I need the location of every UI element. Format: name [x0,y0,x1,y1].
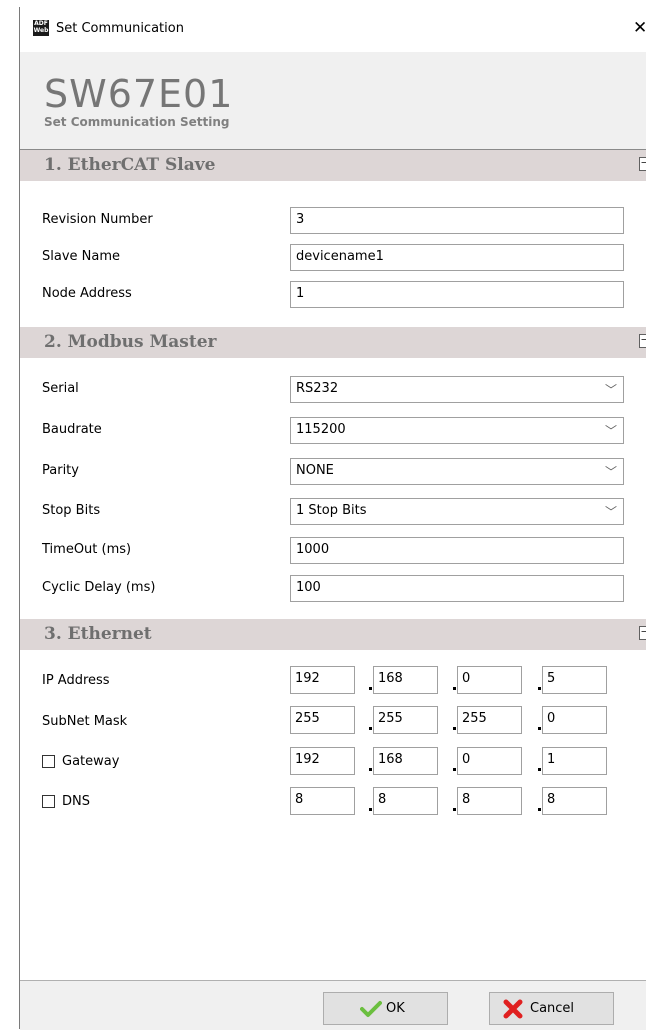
subnet-octet-2[interactable]: 255 [373,706,438,734]
dns-separator [369,808,372,811]
collapse-icon[interactable]: − [639,334,646,348]
revision-number-label: Revision Number [42,212,153,227]
node-address-input[interactable]: 1 [290,281,624,308]
dns-label: DNS [62,794,90,809]
subnet-mask-label: SubNet Mask [42,714,128,729]
close-icon[interactable]: ✕ [633,18,646,38]
ip-separator [538,687,541,690]
chevron-down-icon: ﹀ [604,424,617,438]
collapse-icon[interactable]: − [639,157,646,171]
dialog-footer: OK Cancel [20,980,646,1030]
chevron-down-icon: ﹀ [604,505,617,519]
section-title: 2. Modbus Master [44,332,217,352]
subnet-octet-1[interactable]: 255 [290,706,355,734]
serial-value: RS232 [296,381,339,396]
product-title: SW67E01 [44,72,234,116]
ok-button[interactable]: OK [323,992,448,1025]
slave-name-input[interactable]: devicename1 [290,244,624,271]
gateway-separator [538,768,541,771]
stop-bits-label: Stop Bits [42,503,101,518]
ip-octet-2[interactable]: 168 [373,666,438,694]
header: SW67E01 Set Communication Setting [20,52,646,148]
subnet-octet-4[interactable]: 0 [542,706,607,734]
dns-octet-3[interactable]: 8 [457,787,522,815]
subnet-separator [453,727,456,730]
collapse-icon[interactable]: − [639,626,646,640]
title-bar: ADF Web Set Communication ✕ [20,7,646,52]
settings-panel: 1. EtherCAT Slave − Revision Number 3 Sl… [20,149,646,980]
timeout-input[interactable]: 1000 [290,537,624,564]
check-icon [360,1001,382,1017]
red-x-icon [503,999,523,1019]
subnet-separator [369,727,372,730]
dns-octet-4[interactable]: 8 [542,787,607,815]
parity-value: NONE [296,463,334,478]
parity-select[interactable]: NONE ﹀ [290,458,624,485]
gateway-octet-1[interactable]: 192 [290,747,355,775]
cyclic-delay-label: Cyclic Delay (ms) [42,580,156,595]
gateway-separator [369,768,372,771]
node-address-label: Node Address [42,286,132,301]
serial-select[interactable]: RS232 ﹀ [290,376,624,403]
subnet-octet-3[interactable]: 255 [457,706,522,734]
ip-separator [369,687,372,690]
app-icon: ADF Web [33,20,49,36]
dns-octet-2[interactable]: 8 [373,787,438,815]
cancel-label: Cancel [530,1001,575,1016]
dns-octet-1[interactable]: 8 [290,787,355,815]
baudrate-label: Baudrate [42,422,102,437]
gateway-octet-3[interactable]: 0 [457,747,522,775]
background-strip [0,0,19,1029]
parity-label: Parity [42,463,79,478]
window-title: Set Communication [56,21,184,36]
baudrate-value: 115200 [296,422,346,437]
ip-octet-4[interactable]: 5 [542,666,607,694]
ok-label: OK [386,1001,405,1016]
slave-name-label: Slave Name [42,249,121,264]
chevron-down-icon: ﹀ [604,383,617,397]
serial-label: Serial [42,381,79,396]
ip-address-label: IP Address [42,673,110,688]
gateway-octet-4[interactable]: 1 [542,747,607,775]
section-ethercat-header[interactable]: 1. EtherCAT Slave − [20,150,646,181]
chevron-down-icon: ﹀ [604,465,617,479]
stop-bits-value: 1 Stop Bits [296,503,367,518]
baudrate-select[interactable]: 115200 ﹀ [290,417,624,444]
dialog-window: ADF Web Set Communication ✕ SW67E01 Set C… [19,7,646,1030]
cancel-button[interactable]: Cancel [489,992,614,1025]
dns-checkbox[interactable] [42,795,55,808]
gateway-label: Gateway [62,754,120,769]
timeout-label: TimeOut (ms) [42,542,132,557]
section-title: 3. Ethernet [44,624,152,644]
section-title: 1. EtherCAT Slave [44,155,216,175]
revision-number-input[interactable]: 3 [290,207,624,234]
cyclic-delay-input[interactable]: 100 [290,575,624,602]
page-subtitle: Set Communication Setting [44,115,230,129]
section-modbus-header[interactable]: 2. Modbus Master − [20,327,646,358]
gateway-checkbox[interactable] [42,755,55,768]
dns-separator [538,808,541,811]
section-ethernet-header[interactable]: 3. Ethernet − [20,619,646,650]
ip-octet-3[interactable]: 0 [457,666,522,694]
stop-bits-select[interactable]: 1 Stop Bits ﹀ [290,498,624,525]
gateway-octet-2[interactable]: 168 [373,747,438,775]
subnet-separator [538,727,541,730]
dns-separator [453,808,456,811]
ip-octet-1[interactable]: 192 [290,666,355,694]
gateway-separator [453,768,456,771]
ip-separator [453,687,456,690]
